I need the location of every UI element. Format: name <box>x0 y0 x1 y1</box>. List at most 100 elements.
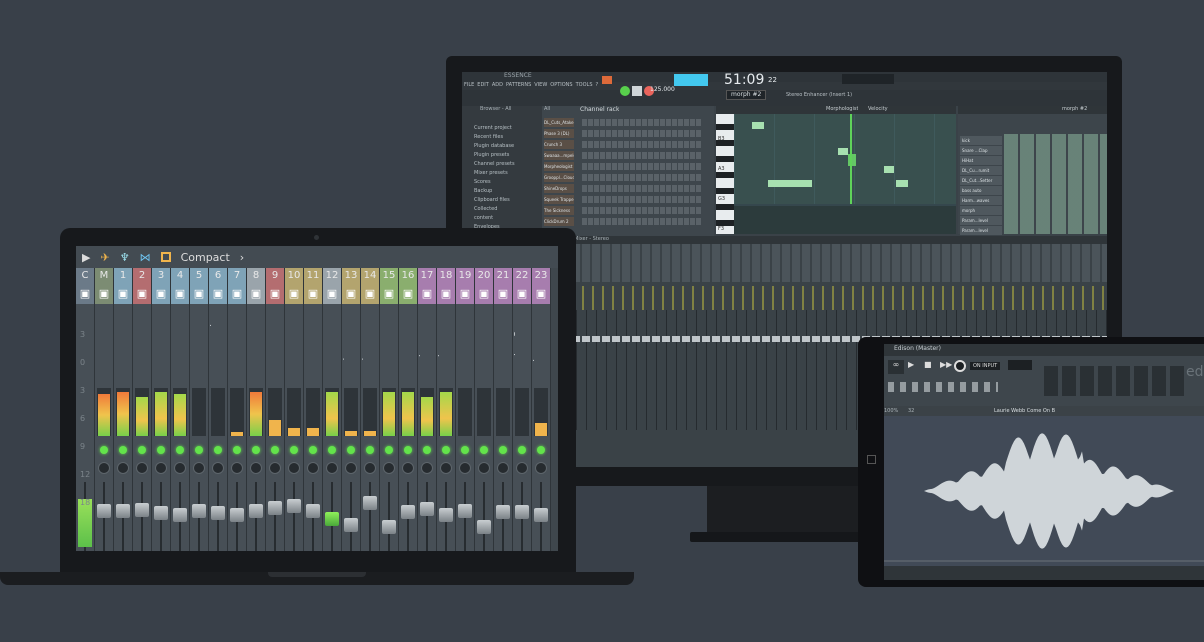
playlist-track[interactable]: HiHat <box>960 156 1002 165</box>
step[interactable] <box>672 152 677 159</box>
note[interactable] <box>768 180 812 187</box>
step[interactable] <box>672 119 677 126</box>
channel-row[interactable]: The Sickness <box>542 206 714 216</box>
step[interactable] <box>636 196 641 203</box>
volume-fader[interactable] <box>515 505 529 520</box>
mixer-strip[interactable]: 15 ▣ Shaker <box>380 268 399 551</box>
channel-name[interactable]: Squeek Trapper <box>544 195 574 204</box>
mixer-strip[interactable]: 2 ▣ STERE..IELD <box>133 268 152 551</box>
volume-fader[interactable] <box>401 505 415 520</box>
step-sequencer[interactable] <box>582 184 701 193</box>
mixer-strip[interactable]: 14▣ clap 2 <box>361 268 380 551</box>
playlist-track[interactable]: Param...level <box>960 216 1002 225</box>
mixer-strip[interactable]: 9 ▣ Bass <box>266 268 285 551</box>
step[interactable] <box>624 119 629 126</box>
step[interactable] <box>666 163 671 170</box>
step[interactable] <box>582 141 587 148</box>
note-grid[interactable] <box>734 114 956 204</box>
step[interactable] <box>684 218 689 225</box>
step[interactable] <box>660 130 665 137</box>
volume-fader[interactable] <box>382 519 396 534</box>
step[interactable] <box>666 218 671 225</box>
mute-led[interactable] <box>385 446 393 454</box>
mixer-strip[interactable]: 23 ▣ Repet..ulse <box>532 268 551 551</box>
step[interactable] <box>588 163 593 170</box>
step[interactable] <box>654 141 659 148</box>
step[interactable] <box>684 152 689 159</box>
step-sequencer[interactable] <box>582 129 701 138</box>
step[interactable] <box>690 152 695 159</box>
step[interactable] <box>606 196 611 203</box>
mute-led[interactable] <box>518 446 526 454</box>
step[interactable] <box>654 218 659 225</box>
step[interactable] <box>636 174 641 181</box>
step[interactable] <box>648 207 653 214</box>
step[interactable] <box>696 141 701 148</box>
step[interactable] <box>696 119 701 126</box>
mute-led[interactable] <box>138 446 146 454</box>
mute-led[interactable] <box>195 446 203 454</box>
volume-fader[interactable] <box>135 502 149 517</box>
step[interactable] <box>678 152 683 159</box>
step[interactable] <box>600 130 605 137</box>
step[interactable] <box>672 163 677 170</box>
step[interactable] <box>600 152 605 159</box>
step[interactable] <box>624 130 629 137</box>
step[interactable] <box>678 174 683 181</box>
browser-item[interactable]: Plugin presets <box>468 151 515 160</box>
pan-knob[interactable] <box>307 462 319 474</box>
edison-tool-buttons[interactable] <box>1044 366 1184 396</box>
note[interactable] <box>838 148 848 155</box>
channel-row[interactable]: Crunch 3 <box>542 140 714 150</box>
mute-led[interactable] <box>309 446 317 454</box>
step[interactable] <box>612 163 617 170</box>
channel-name[interactable]: Swaaaa...mpeles <box>544 151 574 160</box>
pan-knob[interactable] <box>421 462 433 474</box>
mute-led[interactable] <box>233 446 241 454</box>
step[interactable] <box>672 174 677 181</box>
step[interactable] <box>696 185 701 192</box>
step[interactable] <box>642 119 647 126</box>
loop-icon[interactable]: ∞ <box>888 360 904 374</box>
step[interactable] <box>624 163 629 170</box>
mixer-strip[interactable]: 22 ▣ Morph..gist <box>513 268 532 551</box>
volume-fader[interactable] <box>192 504 206 519</box>
volume-fader[interactable] <box>116 504 130 519</box>
pan-knob[interactable] <box>497 462 509 474</box>
step[interactable] <box>636 218 641 225</box>
pan-knob[interactable] <box>117 462 129 474</box>
duck-icon[interactable]: ✈ <box>100 251 109 264</box>
menu-item[interactable]: OPTIONS <box>550 82 572 88</box>
pan-knob[interactable] <box>136 462 148 474</box>
step[interactable] <box>594 207 599 214</box>
mute-led[interactable] <box>100 446 108 454</box>
step-sequencer[interactable] <box>582 217 701 226</box>
step[interactable] <box>660 218 665 225</box>
snap-button[interactable] <box>674 74 708 86</box>
menu-item[interactable]: FILE <box>464 82 474 88</box>
step[interactable] <box>582 218 587 225</box>
mute-led[interactable] <box>157 446 165 454</box>
step[interactable] <box>630 163 635 170</box>
step[interactable] <box>672 207 677 214</box>
step[interactable] <box>696 207 701 214</box>
volume-fader[interactable] <box>306 504 320 519</box>
step[interactable] <box>594 185 599 192</box>
step[interactable] <box>684 174 689 181</box>
step-sequencer[interactable] <box>582 151 701 160</box>
channel-filter[interactable]: All <box>544 106 550 112</box>
mixer-strip[interactable]: 11▣ Snare 2 <box>304 268 323 551</box>
input-select[interactable] <box>1008 360 1032 370</box>
step[interactable] <box>696 152 701 159</box>
pan-knob[interactable] <box>98 462 110 474</box>
step[interactable] <box>642 174 647 181</box>
mute-led[interactable] <box>119 446 127 454</box>
step[interactable] <box>642 152 647 159</box>
step[interactable] <box>636 207 641 214</box>
browser-item[interactable]: Recent files <box>468 133 515 142</box>
step[interactable] <box>618 163 623 170</box>
mixer-strip[interactable]: 20▣ Chord 1 <box>475 268 494 551</box>
step[interactable] <box>696 130 701 137</box>
step[interactable] <box>648 119 653 126</box>
mixer-strip[interactable]: 12 ▣ Hihat <box>323 268 342 551</box>
